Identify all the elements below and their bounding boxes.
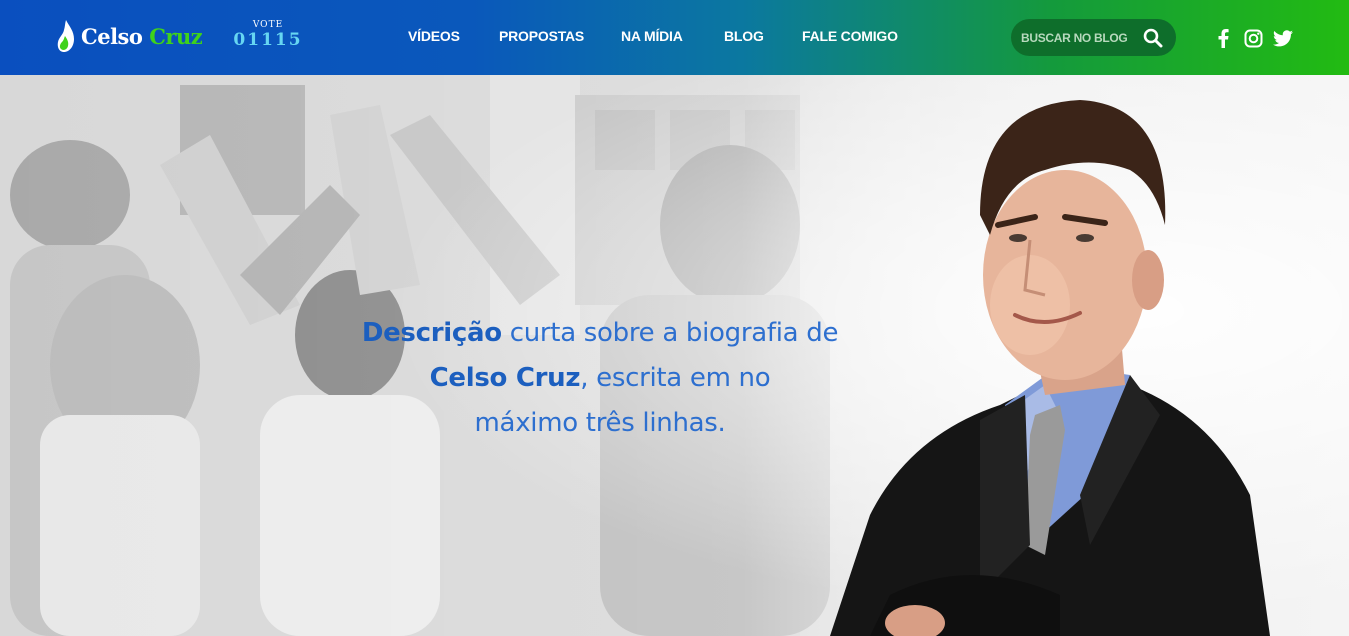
twitter-icon[interactable] xyxy=(1273,28,1293,48)
nav-link-na-midia[interactable]: NA MÍDIA xyxy=(621,28,683,44)
hero-line-3: máximo três linhas. xyxy=(474,408,726,438)
site-logo[interactable]: Celso Cruz xyxy=(55,18,203,54)
logo-first-name: Celso xyxy=(81,23,143,49)
hero-line-2-strong: Celso Cruz xyxy=(429,363,581,393)
hero-line-2: Celso Cruz, escrita em no xyxy=(300,356,900,401)
instagram-icon[interactable] xyxy=(1243,28,1263,48)
logo-last-name: Cruz xyxy=(149,23,203,49)
blog-search-box xyxy=(1011,19,1176,56)
hero-section: Descrição curta sobre a biografia de Cel… xyxy=(0,75,1349,636)
hero-line-1-strong: Descrição xyxy=(361,318,502,348)
vote-number-block: VOTE 01115 xyxy=(233,20,303,50)
nav-link-propostas[interactable]: PROPOSTAS xyxy=(499,28,584,44)
vote-number: 01115 xyxy=(233,30,303,50)
nav-link-videos[interactable]: VÍDEOS xyxy=(408,28,460,44)
facebook-icon[interactable] xyxy=(1213,28,1233,48)
nav-link-blog[interactable]: BLOG xyxy=(724,28,764,44)
hero-line-1: Descrição curta sobre a biografia de xyxy=(300,311,900,356)
search-icon[interactable] xyxy=(1139,24,1167,52)
flame-logo-icon xyxy=(57,20,74,52)
candidate-portrait xyxy=(830,100,1270,636)
vote-label: VOTE xyxy=(252,20,284,30)
hero-line-2-rest: , escrita em no xyxy=(580,363,771,393)
hero-line-1-rest: curta sobre a biografia de xyxy=(501,318,839,348)
logo-text: Celso Cruz xyxy=(81,23,203,49)
blog-search-input[interactable] xyxy=(1021,19,1139,56)
hero-bio-text: Descrição curta sobre a biografia de Cel… xyxy=(300,311,900,446)
nav-link-fale-comigo[interactable]: FALE COMIGO xyxy=(802,28,898,44)
top-navbar: Celso Cruz VOTE 01115 VÍDEOS PROPOSTAS N… xyxy=(0,0,1349,75)
